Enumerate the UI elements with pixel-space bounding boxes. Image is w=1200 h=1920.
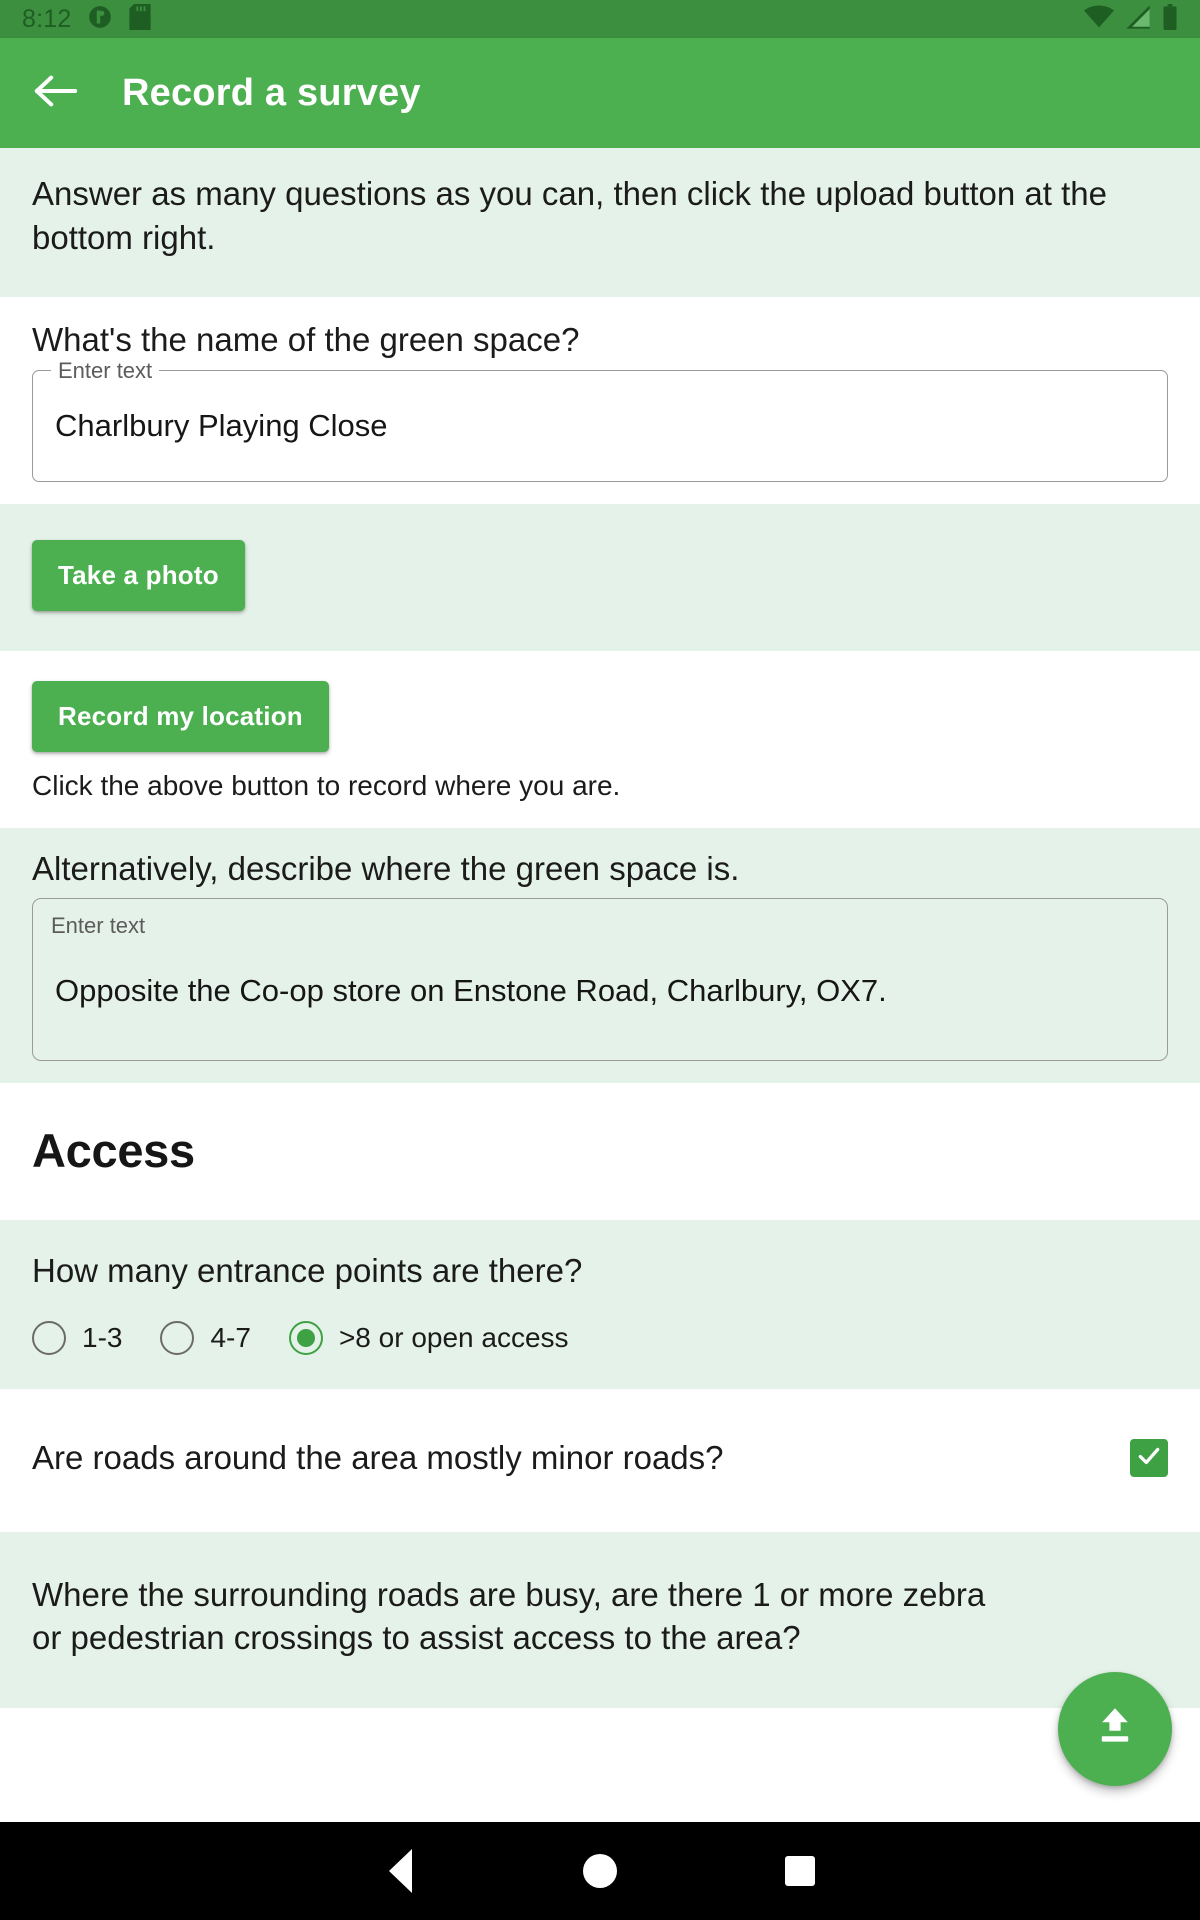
intro-card: Answer as many questions as you can, the… — [0, 148, 1200, 298]
name-field-value: Charlbury Playing Close — [55, 408, 388, 444]
nav-recents-button[interactable] — [700, 1822, 900, 1920]
name-field-legend: Enter text — [51, 358, 160, 385]
describe-location-text-field[interactable]: Enter text Opposite the Co-op store on E… — [32, 897, 1168, 1061]
check-icon — [1136, 1443, 1162, 1474]
nav-back-button[interactable] — [300, 1822, 500, 1920]
name-text-field[interactable]: Enter text Charlbury Playing Close — [32, 358, 1168, 483]
recents-square-icon — [785, 1856, 815, 1886]
android-navigation-bar — [0, 1822, 1200, 1920]
nav-home-button[interactable] — [500, 1822, 700, 1920]
app-bar: Record a survey — [0, 38, 1200, 148]
entrance-points-card: How many entrance points are there? 1-3 … — [0, 1219, 1200, 1389]
minor-roads-checkbox[interactable] — [1130, 1439, 1168, 1478]
entrance-option-3[interactable]: >8 or open access — [288, 1320, 591, 1355]
location-card: Record my location Click the above butto… — [0, 651, 1200, 829]
app-notification-icon — [87, 4, 113, 35]
entrance-option-1-label: 1-3 — [82, 1321, 123, 1353]
wifi-icon — [1084, 4, 1114, 34]
describe-field-legend: Enter text — [51, 912, 146, 938]
entrance-option-3-label: >8 or open access — [338, 1321, 569, 1353]
take-photo-button[interactable]: Take a photo — [32, 540, 245, 612]
upload-fab-button[interactable] — [1058, 1672, 1172, 1786]
intro-text: Answer as many questions as you can, the… — [32, 175, 1107, 256]
name-question-card: What's the name of the green space? Ente… — [0, 297, 1200, 505]
radio-icon-1[interactable] — [32, 1320, 66, 1355]
minor-roads-row: Are roads around the area mostly minor r… — [32, 1437, 1168, 1480]
entrance-option-2-label: 4-7 — [210, 1321, 251, 1353]
access-heading: Access — [32, 1123, 195, 1177]
crossings-card: Where the surrounding roads are busy, ar… — [0, 1531, 1200, 1708]
page-title: Record a survey — [122, 71, 421, 114]
cellular-signal-icon — [1124, 4, 1152, 34]
minor-roads-card: Are roads around the area mostly minor r… — [0, 1388, 1200, 1532]
home-circle-icon — [583, 1854, 617, 1888]
back-triangle-icon — [388, 1849, 412, 1893]
sd-card-icon — [129, 3, 152, 35]
describe-field-value: Opposite the Co-op store on Enstone Road… — [55, 972, 887, 1008]
radio-icon-2[interactable] — [160, 1320, 195, 1355]
upload-icon — [1091, 1703, 1139, 1756]
status-bar-right — [1084, 3, 1178, 35]
location-hint: Click the above button to record where y… — [32, 770, 621, 802]
record-location-button[interactable]: Record my location — [32, 681, 329, 753]
entrance-option-1[interactable]: 1-3 — [32, 1320, 144, 1355]
phone-screen: 8:12 Record a survey Answer as many ques… — [0, 0, 1200, 1920]
describe-location-label: Alternatively, describe where the green … — [32, 850, 740, 888]
radio-icon-3-selected[interactable] — [288, 1320, 323, 1355]
back-arrow-icon — [33, 71, 79, 116]
entrance-points-label: How many entrance points are there? — [32, 1251, 583, 1289]
back-button[interactable] — [28, 65, 84, 121]
photo-card: Take a photo — [0, 504, 1200, 652]
survey-form: Answer as many questions as you can, the… — [0, 148, 1200, 1822]
describe-location-card: Alternatively, describe where the green … — [0, 828, 1200, 1083]
status-bar-left: 8:12 — [22, 3, 152, 35]
status-bar: 8:12 — [0, 0, 1200, 38]
minor-roads-label: Are roads around the area mostly minor r… — [32, 1438, 724, 1476]
status-bar-clock: 8:12 — [22, 4, 72, 33]
battery-icon — [1162, 3, 1178, 35]
access-section-card: Access — [0, 1082, 1200, 1220]
entrance-points-radio-group: 1-3 4-7 >8 or open access — [32, 1320, 1168, 1355]
entrance-option-2[interactable]: 4-7 — [160, 1320, 272, 1355]
crossings-label: Where the surrounding roads are busy, ar… — [32, 1575, 986, 1656]
name-question-label: What's the name of the green space? — [32, 321, 580, 359]
